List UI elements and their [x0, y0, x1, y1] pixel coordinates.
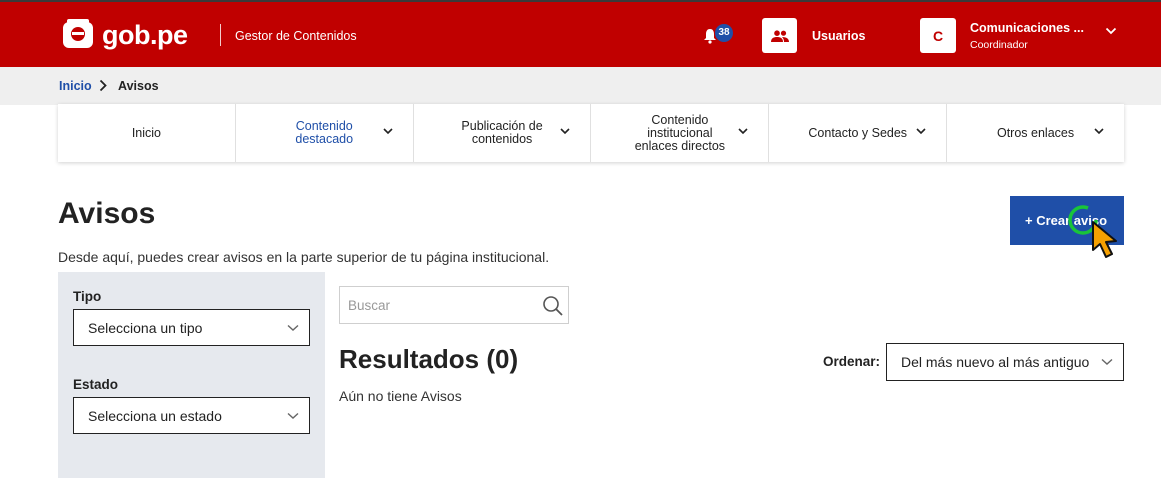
page-title: Avisos — [58, 197, 156, 230]
state-select[interactable]: Selecciona un estado — [73, 397, 310, 434]
chevron-down-icon — [738, 128, 748, 135]
tab-inicio[interactable]: Inicio — [58, 104, 236, 162]
users-button[interactable]: Usuarios — [762, 18, 866, 53]
notifications-badge: 38 — [715, 24, 733, 42]
type-select[interactable]: Selecciona un tipo — [73, 309, 310, 346]
breadcrumb-home-link[interactable]: Inicio — [59, 79, 92, 93]
account-text: Comunicaciones ... Coordinador — [970, 21, 1084, 51]
app-title: Gestor de Contenidos — [235, 29, 357, 43]
account-name: Comunicaciones ... — [970, 20, 1084, 35]
users-icon — [770, 29, 789, 42]
breadcrumb: Inicio Avisos — [0, 67, 1161, 105]
state-filter-label: Estado — [73, 377, 119, 392]
mouse-cursor-icon — [1068, 205, 1117, 258]
header-divider — [220, 24, 221, 46]
chevron-down-icon — [383, 128, 393, 135]
tab-contenido-institucional[interactable]: Contenido institucional enlaces directos — [591, 104, 770, 162]
tab-label: Inicio — [131, 125, 161, 140]
chevron-down-icon — [287, 324, 299, 331]
page-description: Desde aquí, puedes crear avisos en la pa… — [58, 249, 550, 265]
type-filter-label: Tipo — [73, 289, 102, 304]
search-placeholder: Buscar — [348, 297, 391, 313]
tab-contacto-sedes[interactable]: Contacto y Sedes — [769, 104, 948, 162]
search-input[interactable]: Buscar — [339, 286, 569, 324]
type-select-value: Selecciona un tipo — [88, 319, 203, 336]
tab-label: Contacto y Sedes — [808, 125, 908, 140]
chevron-down-icon — [1101, 358, 1113, 365]
users-icon-box — [762, 18, 797, 53]
order-select[interactable]: Del más nuevo al más antiguo — [886, 343, 1124, 381]
tab-label: Publicación de contenidos — [461, 119, 543, 146]
account-role: Coordinador — [970, 38, 1028, 51]
search-icon[interactable] — [542, 295, 564, 317]
account-menu[interactable]: C Comunicaciones ... Coordinador — [920, 18, 1117, 53]
tab-label: Otros enlaces — [996, 125, 1075, 140]
chevron-down-icon — [1105, 27, 1117, 35]
tab-label: Contenido destacado — [295, 119, 354, 146]
filters-panel: Tipo Selecciona un tipo Estado Seleccion… — [58, 272, 325, 478]
chevron-down-icon — [287, 412, 299, 419]
users-label: Usuarios — [812, 28, 866, 43]
avatar: C — [920, 18, 956, 53]
tab-otros-enlaces[interactable]: Otros enlaces — [947, 104, 1124, 162]
chevron-down-icon — [916, 128, 926, 135]
tab-label: Contenido institucional enlaces directos — [634, 112, 726, 153]
logo-text: gob.pe — [102, 19, 188, 50]
tab-publicacion-contenidos[interactable]: Publicación de contenidos — [414, 104, 592, 162]
breadcrumb-current: Avisos — [118, 79, 159, 93]
tab-contenido-destacado[interactable]: Contenido destacado — [236, 104, 414, 162]
order-select-value: Del más nuevo al más antiguo — [901, 354, 1090, 370]
gobpe-logo[interactable]: gob.pe — [60, 18, 188, 52]
main-nav-tabs: Inicio Contenido destacado Publicación d… — [58, 104, 1124, 162]
notifications-button[interactable]: 38 — [703, 24, 733, 46]
state-select-value: Selecciona un estado — [88, 407, 222, 424]
chevron-right-icon — [99, 79, 107, 92]
results-empty-message: Aún no tiene Avisos — [339, 388, 462, 404]
chevron-down-icon — [560, 128, 571, 135]
chevron-down-icon — [1094, 128, 1104, 135]
top-header: gob.pe Gestor de Contenidos 38 Usuarios … — [0, 0, 1161, 67]
order-label: Ordenar: — [823, 354, 881, 369]
results-title: Resultados (0) — [339, 344, 519, 374]
peru-shield-icon — [63, 19, 93, 48]
